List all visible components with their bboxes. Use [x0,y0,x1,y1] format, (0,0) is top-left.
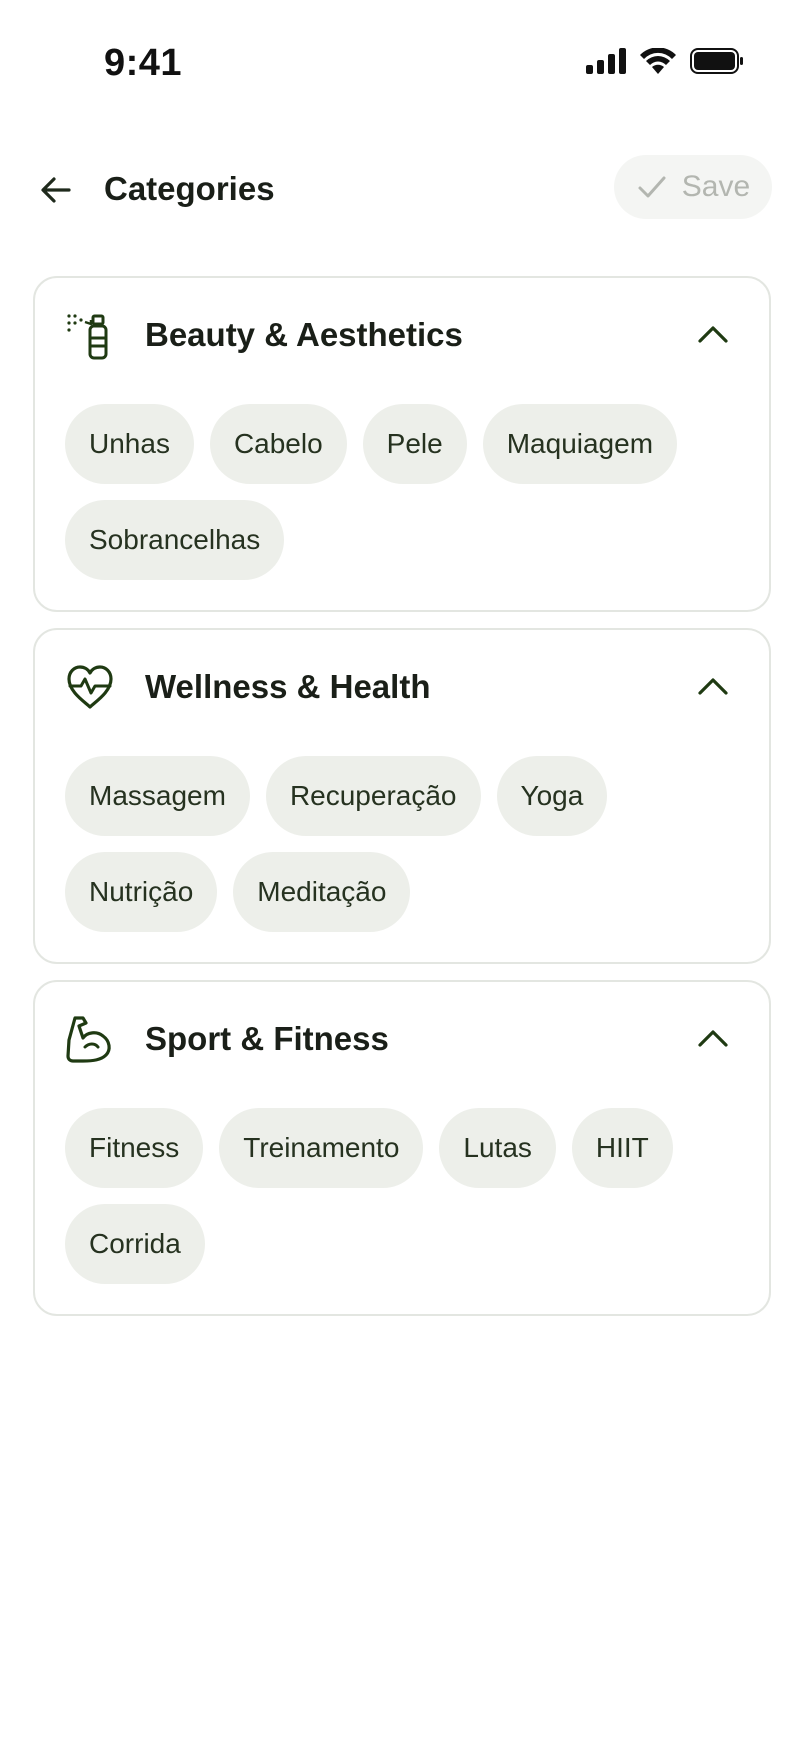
check-icon [638,176,666,198]
category-chip[interactable]: Yoga [496,756,608,836]
category-header-wellness[interactable]: Wellness & Health [35,630,769,742]
category-chip[interactable]: Maquiagem [482,404,678,484]
save-button[interactable]: Save [614,155,772,219]
category-title-beauty: Beauty & Aesthetics [145,316,463,353]
battery-icon [690,48,743,74]
category-chip[interactable]: HIIT [571,1108,673,1188]
category-chip[interactable]: Meditação [233,852,411,932]
back-button[interactable] [34,168,78,212]
category-card-sport: Sport & Fitness Fitness Treinamento Luta… [33,980,771,1316]
status-time: 9:41 [104,42,183,84]
category-chip[interactable]: Unhas [65,404,194,484]
save-button-label: Save [681,170,751,203]
category-header-sport[interactable]: Sport & Fitness [35,982,769,1094]
status-bar: 9:41 [0,0,804,132]
category-chip[interactable]: Nutrição [65,852,218,932]
category-chip[interactable]: Pele [362,404,467,484]
category-chip[interactable]: Sobrancelhas [65,500,285,580]
category-chip[interactable]: Cabelo [209,404,347,484]
status-icons [586,48,744,74]
header: Categories Save [0,150,804,230]
chevron-up-icon[interactable] [693,1018,733,1058]
spray-bottle-icon [67,314,108,360]
category-title-sport: Sport & Fitness [145,1020,389,1057]
page-title: Categories [104,170,275,207]
signal-icon [586,48,626,74]
arrow-left-icon [41,177,71,203]
category-chips-sport: Fitness Treinamento Lutas HIIT Corrida [65,1108,745,1284]
category-chip[interactable]: Massagem [65,756,250,836]
category-title-wellness: Wellness & Health [145,668,431,705]
heart-pulse-icon [67,665,113,709]
category-chips-wellness: Massagem Recuperação Yoga Nutrição Medit… [65,756,745,932]
category-header-beauty[interactable]: Beauty & Aesthetics [35,278,769,390]
category-chips-beauty: Unhas Cabelo Pele Maquiagem Sobrancelhas [65,404,745,580]
category-chip[interactable]: Treinamento [219,1108,424,1188]
chevron-up-icon[interactable] [693,666,733,706]
chevron-up-icon[interactable] [693,314,733,354]
category-chip[interactable]: Fitness [65,1108,204,1188]
wifi-icon [640,48,676,74]
category-card-wellness: Wellness & Health Massagem Recuperação Y… [33,628,771,964]
category-chip[interactable]: Lutas [439,1108,556,1188]
category-chip[interactable]: Corrida [65,1204,205,1284]
category-card-beauty: Beauty & Aesthetics Unhas Cabelo Pele Ma… [33,276,771,612]
flexed-arm-icon [66,1016,111,1063]
category-chip[interactable]: Recuperação [265,756,481,836]
